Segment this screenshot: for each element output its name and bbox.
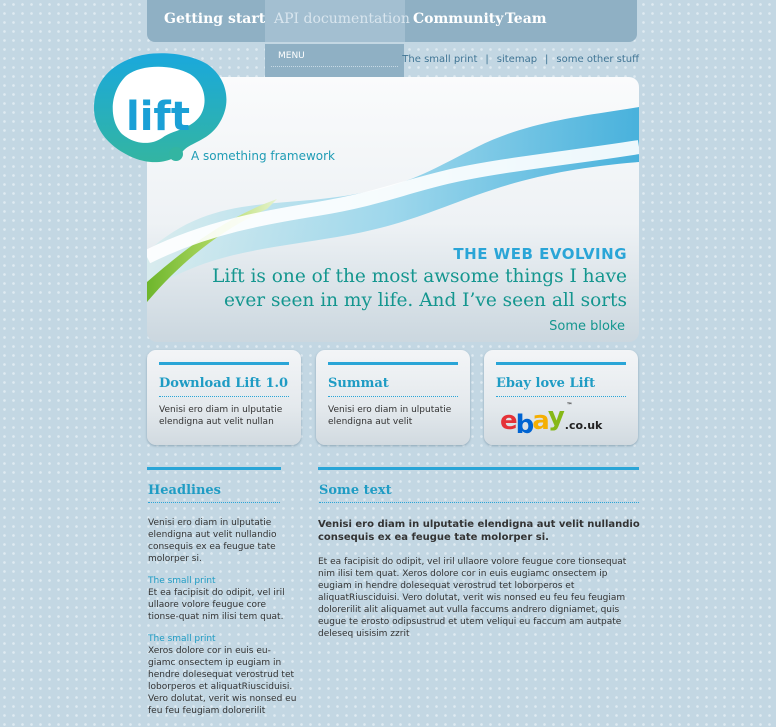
headline-link[interactable]: The small print [148, 633, 298, 645]
headline-text: Xeros dolore cor in euis eu-giamc onsect… [148, 646, 297, 716]
headline-link[interactable]: The small print [148, 575, 298, 587]
some-text-heading: Some text [319, 483, 392, 498]
box-accent-bar [328, 362, 458, 365]
feature-box-download: Download Lift 1.0 Venisi ero diam in ulp… [147, 350, 301, 445]
hero-kicker: THE WEB EVOLVING [453, 245, 627, 263]
box-divider [328, 396, 458, 397]
box-title[interactable]: Ebay love Lift [496, 376, 595, 391]
headlines-column: Venisi ero diam in ulputatie elendigna a… [148, 517, 298, 727]
some-text-accent-bar [318, 467, 639, 470]
feature-box-ebay: Ebay love Lift ebay.co.uk ™ [484, 350, 638, 445]
dropdown-menu-label[interactable]: MENU [278, 51, 305, 61]
nav-community[interactable]: Community [413, 11, 503, 27]
some-text-divider [319, 502, 639, 503]
box-text: Venisi ero diam in ulputatie elendigna a… [159, 405, 283, 427]
box-title[interactable]: Download Lift 1.0 [159, 376, 288, 391]
logo-tagline: A something framework [191, 149, 335, 163]
headline-text: Et ea facipisit do odipit, vel iril ulla… [148, 588, 285, 622]
nav-api-documentation[interactable]: API documentation [265, 0, 410, 42]
some-text-body: Et ea facipisit do odipit, vel iril ulla… [318, 557, 627, 639]
nav-team[interactable]: Team [505, 11, 547, 27]
headlines-divider [148, 502, 280, 503]
feature-box-summat: Summat Venisi ero diam in ulputatie elen… [316, 350, 470, 445]
hero-author: Some bloke [549, 319, 625, 334]
separator: | [545, 54, 549, 65]
ebay-letter-b: b [515, 410, 535, 440]
logo-wordmark: lift [126, 94, 190, 140]
some-text-lead: Venisi ero diam in ulputatie elendigna a… [318, 519, 640, 543]
ebay-letter-y: y [547, 402, 565, 432]
box-accent-bar [159, 362, 289, 365]
hero-quote: Lift is one of the most awsome things I … [212, 266, 627, 311]
ebay-logo[interactable]: ebay.co.uk ™ [500, 402, 625, 440]
ebay-letter-e: e [500, 406, 518, 436]
ebay-trademark: ™ [566, 402, 573, 409]
headlines-heading: Headlines [148, 483, 221, 498]
top-navigation: Getting started API documentation Commun… [147, 0, 637, 42]
box-accent-bar [496, 362, 626, 365]
utility-links: The small print | sitemap | some other stuff [402, 54, 639, 65]
box-divider [159, 396, 289, 397]
dropdown-divider [271, 66, 398, 67]
util-link-small-print[interactable]: The small print [402, 54, 477, 65]
ebay-suffix: .co.uk [564, 419, 603, 432]
some-text-column: Venisi ero diam in ulputatie elendigna a… [318, 518, 640, 640]
box-text: Venisi ero diam in ulputatie elendigna a… [328, 405, 452, 427]
util-link-other[interactable]: some other stuff [556, 54, 639, 65]
box-title[interactable]: Summat [328, 376, 389, 391]
box-divider [496, 396, 626, 397]
util-link-sitemap[interactable]: sitemap [497, 54, 537, 65]
headlines-intro: Venisi ero diam in ulputatie elendigna a… [148, 518, 277, 564]
separator: | [485, 54, 489, 65]
ebay-letter-a: a [532, 406, 549, 436]
headlines-accent-bar [147, 467, 281, 470]
